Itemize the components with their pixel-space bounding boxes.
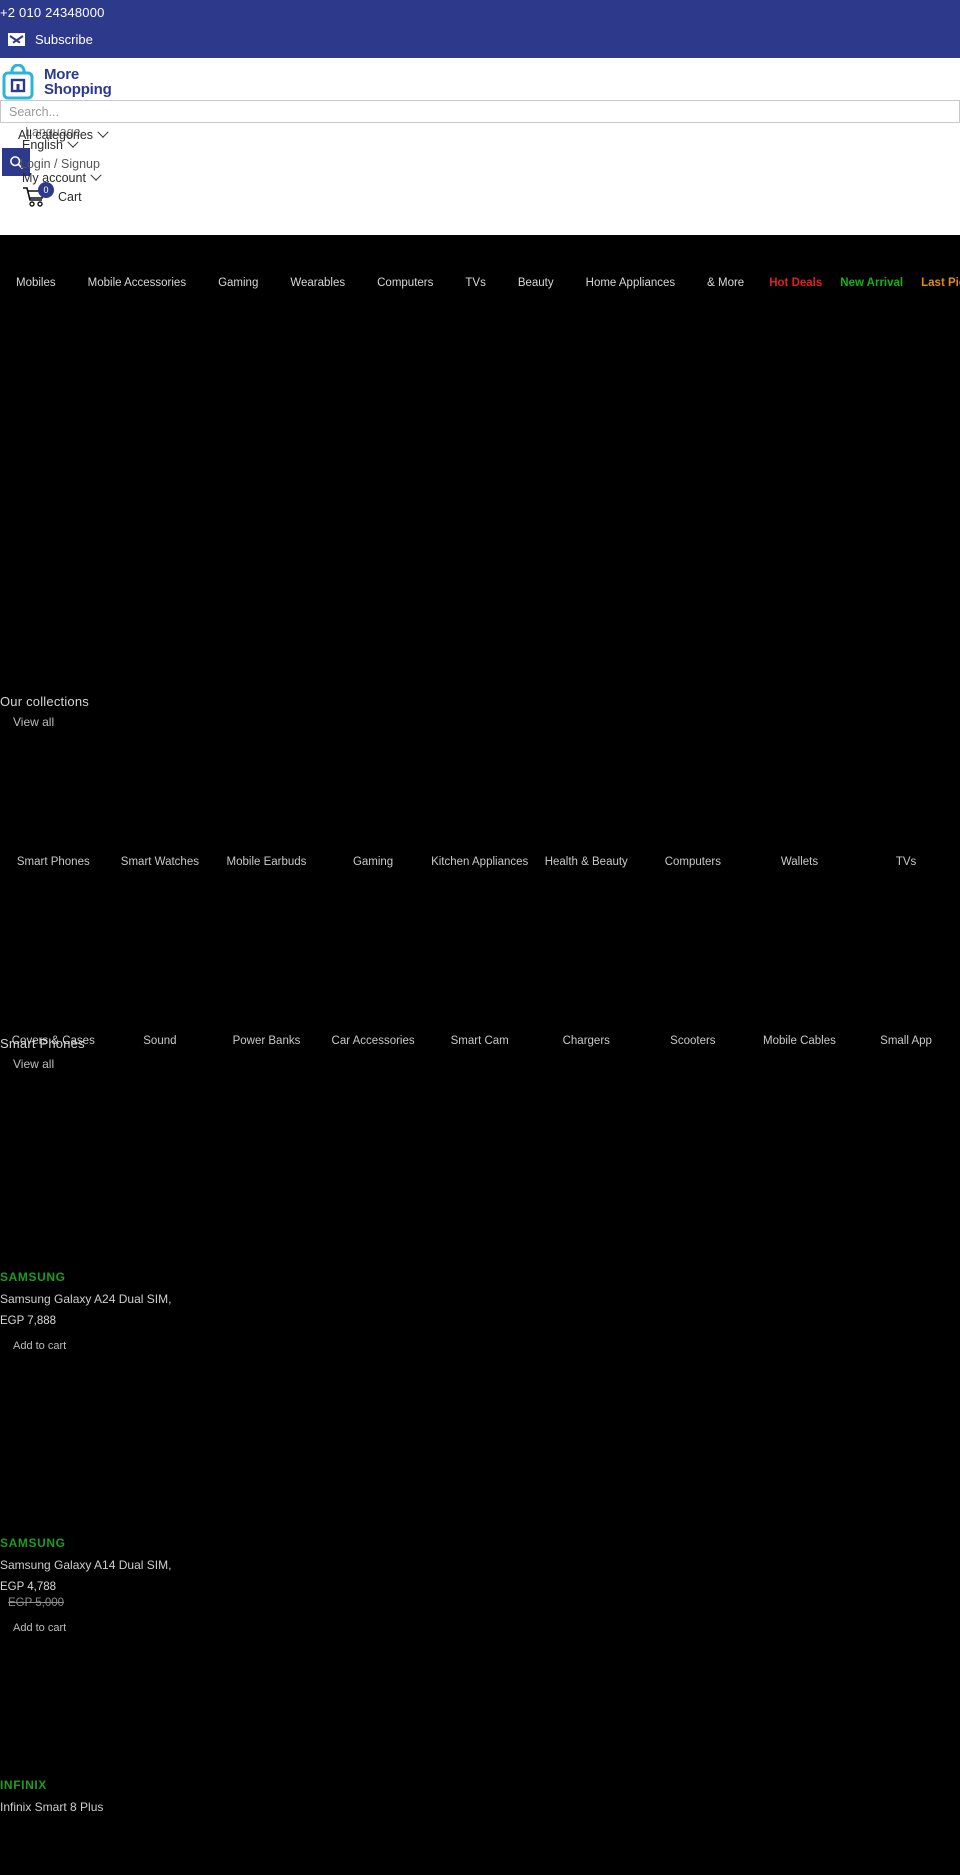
collection-tile-chargers[interactable]: Chargers — [533, 1034, 640, 1049]
nav-item-gaming[interactable]: Gaming — [202, 277, 274, 289]
collection-tile-car-accessories[interactable]: Car Accessories — [320, 1034, 427, 1049]
product-price: EGP 4,788 — [0, 1580, 57, 1593]
cart-label: Cart — [58, 190, 82, 204]
smart-phones-title: Smart Phones — [0, 1036, 85, 1051]
shopping-bag-icon — [2, 64, 36, 100]
my-account-dropdown[interactable]: My account — [22, 169, 102, 185]
site-logo[interactable]: More Shopping — [0, 58, 112, 100]
hero-banner[interactable] — [0, 298, 960, 683]
cart-button[interactable]: 0 Cart — [22, 182, 82, 208]
product-card[interactable]: SAMSUNG Samsung Galaxy A14 Dual SIM, EGP… — [0, 1536, 190, 1634]
product-name: Samsung Galaxy A14 Dual SIM, — [0, 1558, 172, 1572]
subscribe-label: Subscribe — [35, 32, 93, 47]
product-brand: SAMSUNG — [0, 1536, 66, 1550]
smart-phones-view-all-link[interactable]: View all — [13, 1057, 85, 1071]
add-to-cart-button[interactable]: Add to cart — [13, 1622, 190, 1634]
product-card[interactable]: INFINIX Infinix Smart 8 Plus — [0, 1778, 190, 1816]
nav-item-last-piece[interactable]: Last Piece — [912, 277, 960, 289]
subscribe-button[interactable]: Subscribe — [8, 32, 93, 47]
collection-tile-wallets[interactable]: Wallets — [746, 855, 853, 870]
collection-tile-smart-cam[interactable]: Smart Cam — [426, 1034, 533, 1049]
collections-row-2: Covers & Cases Sound Power Banks Car Access… — [0, 1034, 960, 1049]
nav-item-tvs[interactable]: TVs — [449, 277, 501, 289]
shopping-cart-icon: 0 — [22, 182, 54, 208]
chevron-down-icon — [97, 126, 109, 138]
collections-title: Our collections — [0, 694, 89, 709]
language-dropdown[interactable]: English — [22, 136, 79, 152]
category-nav-bar: Mobiles Mobile Accessories Gaming Wearables… — [0, 268, 960, 298]
product-brand: INFINIX — [0, 1778, 47, 1792]
add-to-cart-button[interactable]: Add to cart — [13, 1340, 190, 1352]
contact-phone: +2 010 24348000 — [0, 5, 105, 20]
nav-item-computers[interactable]: Computers — [361, 277, 449, 289]
cart-count-badge: 0 — [38, 182, 54, 198]
nav-item-mobiles[interactable]: Mobiles — [0, 277, 72, 289]
search-bar[interactable] — [0, 100, 960, 123]
collection-tile-health-beauty[interactable]: Health & Beauty — [533, 855, 640, 870]
product-price: EGP 7,888 — [0, 1314, 57, 1327]
product-brand: SAMSUNG — [0, 1270, 66, 1284]
search-input[interactable] — [1, 101, 959, 122]
collection-tile-computers[interactable]: Computers — [640, 855, 747, 870]
logo-line-2: Shopping — [44, 81, 112, 98]
collections-section-header: Our collections View all — [0, 694, 89, 729]
product-card[interactable]: SAMSUNG Samsung Galaxy A24 Dual SIM, EGP… — [0, 1270, 190, 1352]
smart-phones-section-header: Smart Phones View all — [0, 1036, 85, 1071]
my-account-label: My account — [22, 171, 86, 185]
collection-tile-scooters[interactable]: Scooters — [640, 1034, 747, 1049]
collection-tile-power-banks[interactable]: Power Banks — [213, 1034, 320, 1049]
collections-row-1: Smart Phones Smart Watches Mobile Earbuds G… — [0, 855, 960, 870]
collection-tile-tvs[interactable]: TVs — [853, 855, 960, 870]
nav-item-new-arrival[interactable]: New Arrival — [831, 277, 912, 289]
nav-item-beauty[interactable]: Beauty — [502, 277, 570, 289]
envelope-icon — [8, 33, 25, 46]
nav-item-hot-deals[interactable]: Hot Deals — [760, 277, 831, 289]
top-announcement-bar: +2 010 24348000 Subscribe — [0, 0, 960, 58]
collection-tile-gaming[interactable]: Gaming — [320, 855, 427, 870]
site-header: More Shopping Language All categories En… — [0, 58, 960, 235]
product-old-price: EGP 5,000 — [8, 1596, 65, 1609]
chevron-down-icon — [90, 169, 102, 181]
collection-tile-kitchen-appliances[interactable]: Kitchen Appliances — [426, 855, 533, 870]
product-name: Samsung Galaxy A24 Dual SIM, — [0, 1292, 172, 1306]
collection-tile-sound[interactable]: Sound — [107, 1034, 214, 1049]
collection-tile-mobile-earbuds[interactable]: Mobile Earbuds — [213, 855, 320, 870]
nav-item-more[interactable]: & More — [691, 277, 760, 289]
login-signup-link[interactable]: Login / Signup — [20, 157, 100, 171]
product-name: Infinix Smart 8 Plus — [0, 1800, 104, 1814]
collection-tile-smart-watches[interactable]: Smart Watches — [107, 855, 214, 870]
nav-item-wearables[interactable]: Wearables — [274, 277, 361, 289]
nav-item-home-appliances[interactable]: Home Appliances — [570, 277, 692, 289]
collection-tile-small-app[interactable]: Small App — [853, 1034, 960, 1049]
nav-item-mobile-accessories[interactable]: Mobile Accessories — [72, 277, 202, 289]
collections-view-all-link[interactable]: View all — [13, 715, 89, 729]
logo-text: More Shopping — [44, 67, 112, 98]
collection-tile-mobile-cables[interactable]: Mobile Cables — [746, 1034, 853, 1049]
collection-tile-smart-phones[interactable]: Smart Phones — [0, 855, 107, 870]
chevron-down-icon — [67, 136, 79, 148]
